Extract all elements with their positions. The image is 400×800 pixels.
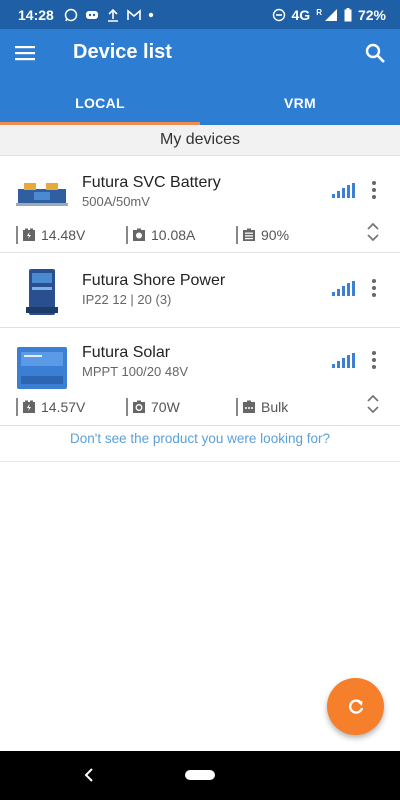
soc-icon: [243, 228, 255, 241]
device-name: Futura SVC Battery: [82, 174, 221, 191]
back-icon[interactable]: [80, 766, 98, 784]
refresh-icon: [348, 698, 363, 714]
device-row-shore-power[interactable]: Futura Shore Power IP22 12 | 20 (3): [0, 254, 400, 328]
bluetooth-signal-icon: [332, 183, 355, 198]
device-name: Futura Solar: [82, 344, 171, 361]
system-nav-bar: [0, 751, 400, 800]
device-subtitle: IP22 12 | 20 (3): [82, 292, 172, 307]
upload-icon: [107, 8, 118, 22]
search-icon[interactable]: [364, 42, 386, 64]
stat-divider: [16, 226, 18, 244]
stat-voltage: 14.48V: [16, 225, 126, 245]
roaming-indicator: R: [316, 7, 322, 17]
network-type: 4G: [291, 6, 311, 23]
expand-collapse-icon[interactable]: [366, 221, 380, 243]
stat-divider: [16, 398, 18, 416]
stat-divider: [236, 398, 238, 416]
discord-icon: [85, 10, 98, 19]
device-name: Futura Shore Power: [82, 272, 226, 289]
more-options-icon[interactable]: [366, 180, 382, 200]
stat-power: 70W: [126, 397, 236, 417]
signal-icon: [324, 8, 337, 21]
stat-soc: 90%: [236, 225, 346, 245]
dot-icon: [148, 12, 154, 17]
device-stats: 14.57V 70W Bulk: [16, 397, 350, 417]
battery-charge-icon: [23, 400, 35, 413]
stat-divider: [236, 226, 238, 244]
status-bar: 14:28 4G R 72%: [0, 0, 400, 29]
section-header: My devices: [0, 125, 400, 156]
tab-bar: LOCAL VRM: [0, 85, 400, 125]
notification-icons: [64, 8, 154, 22]
stat-current: 10.08A: [126, 225, 236, 245]
page-title: Device list: [73, 41, 172, 63]
stat-value: 10.08A: [151, 227, 196, 243]
bluetooth-signal-icon: [332, 281, 355, 296]
solar-power-icon: [133, 400, 145, 413]
more-options-icon[interactable]: [366, 278, 382, 298]
device-row-solar[interactable]: Futura Solar MPPT 100/20 48V 14.57V 70W …: [0, 329, 400, 426]
device-subtitle: MPPT 100/20 48V: [82, 364, 188, 379]
dnd-icon: [272, 8, 285, 21]
tab-local[interactable]: LOCAL: [0, 85, 200, 125]
product-not-found-link[interactable]: Don't see the product you were looking f…: [0, 426, 400, 462]
stat-value: 14.57V: [41, 399, 86, 415]
stat-state: Bulk: [236, 397, 346, 417]
home-pill[interactable]: [185, 770, 215, 780]
more-options-icon[interactable]: [366, 350, 382, 370]
battery-charge-icon: [23, 228, 35, 241]
stat-value: 14.48V: [41, 227, 86, 243]
device-row-svc-battery[interactable]: Futura SVC Battery 500A/50mV 14.48V 10.0…: [0, 157, 400, 253]
stat-value: Bulk: [261, 399, 289, 415]
status-right: 4G R 72%: [272, 6, 386, 23]
status-time: 14:28: [18, 6, 54, 23]
app-bar: Device list LOCAL VRM: [0, 29, 400, 125]
stat-divider: [126, 226, 128, 244]
battery-icon: [344, 7, 352, 21]
stat-divider: [126, 398, 128, 416]
solar-charger-thumbnail: [17, 347, 67, 389]
stat-value: 90%: [261, 227, 290, 243]
menu-icon[interactable]: [14, 42, 36, 64]
gmail-icon: [127, 8, 141, 20]
current-icon: [133, 228, 145, 241]
whatsapp-icon: [64, 8, 78, 21]
battery-percent: 72%: [357, 6, 386, 23]
expand-collapse-icon[interactable]: [366, 393, 380, 415]
charger-thumbnail: [26, 269, 58, 315]
refresh-button[interactable]: [327, 678, 384, 735]
device-stats: 14.48V 10.08A 90%: [16, 225, 350, 245]
stat-voltage: 14.57V: [16, 397, 126, 417]
tab-vrm[interactable]: VRM: [200, 85, 400, 125]
device-subtitle: 500A/50mV: [82, 194, 150, 209]
bluetooth-signal-icon: [332, 353, 355, 368]
stat-value: 70W: [151, 399, 180, 415]
charge-state-icon: [243, 400, 255, 413]
battery-monitor-thumbnail: [16, 183, 68, 206]
